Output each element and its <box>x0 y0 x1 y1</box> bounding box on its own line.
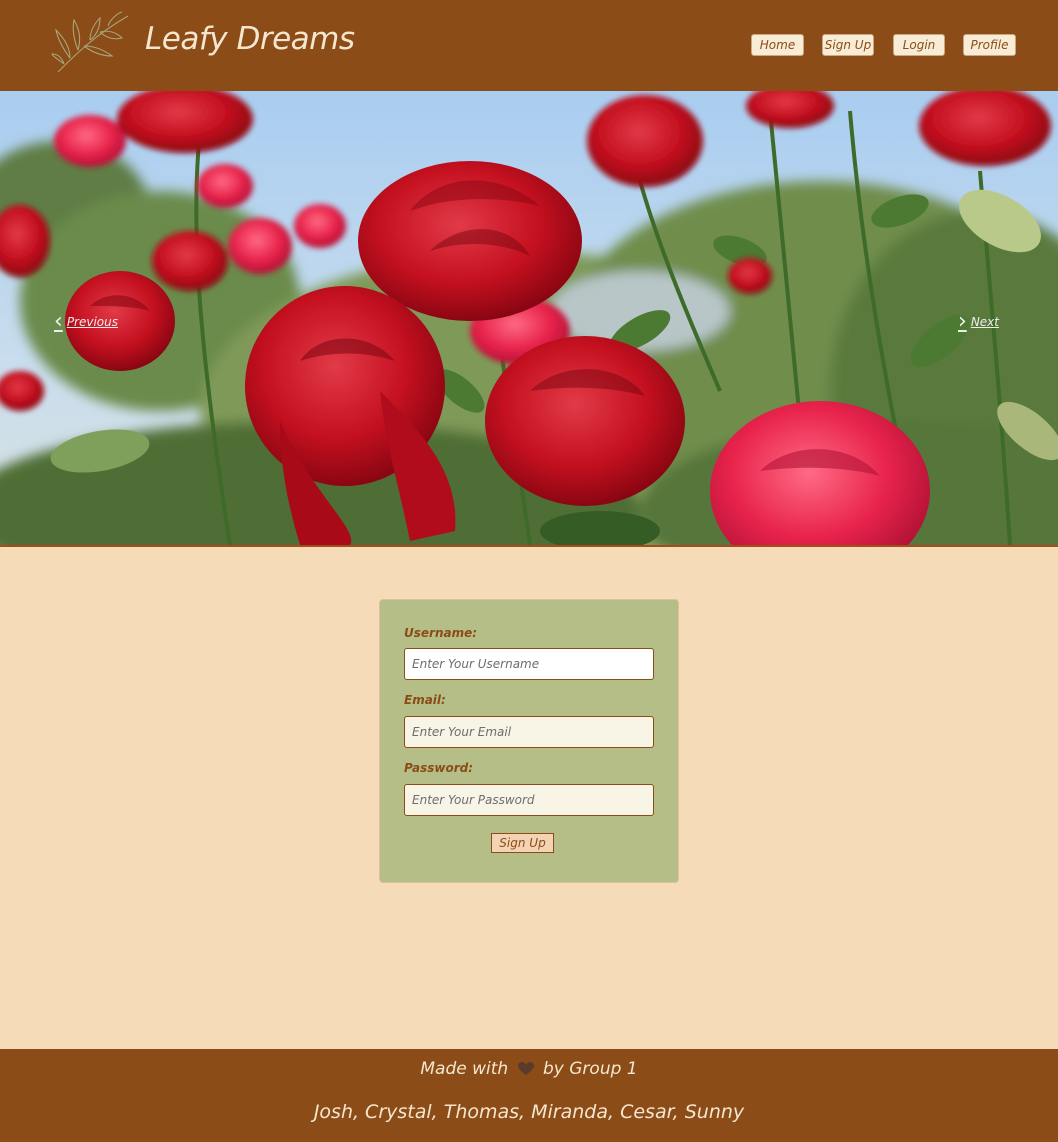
nav-home-button[interactable]: Home <box>751 34 804 56</box>
username-label: Username: <box>404 626 478 640</box>
email-input[interactable] <box>404 716 654 748</box>
nav-profile-button[interactable]: Profile <box>963 34 1016 56</box>
heart-icon <box>517 1062 534 1075</box>
carousel-previous-button[interactable]: ‹ Previous <box>50 309 118 334</box>
footer-made-with-text: Made with <box>420 1059 509 1079</box>
site-header: Leafy Dreams Home Sign Up Login Profile <box>0 0 1058 91</box>
chevron-left-icon: ‹ <box>54 309 63 334</box>
carousel-next-label: Next <box>970 314 999 329</box>
carousel-next-button[interactable]: › Next <box>954 309 999 334</box>
email-label: Email: <box>404 693 446 707</box>
chevron-right-icon: › <box>958 309 967 334</box>
footer-group-text: by Group 1 <box>543 1059 638 1079</box>
username-input[interactable] <box>404 648 654 680</box>
footer-credit: Made with by Group 1 <box>0 1059 1058 1079</box>
rose-garden-image <box>0 91 1058 545</box>
password-input[interactable] <box>404 784 654 816</box>
carousel-previous-label: Previous <box>66 314 118 329</box>
signup-form-card: Username: Email: Password: Sign Up <box>379 599 679 883</box>
nav-login-button[interactable]: Login <box>893 34 945 56</box>
site-footer: Made with by Group 1 Josh, Crystal, Thom… <box>0 1049 1058 1142</box>
signup-submit-button[interactable]: Sign Up <box>491 833 554 853</box>
hero-carousel: ‹ Previous › Next <box>0 91 1058 547</box>
nav-signup-button[interactable]: Sign Up <box>822 34 874 56</box>
main-nav: Home Sign Up Login Profile <box>0 34 1058 58</box>
password-label: Password: <box>404 761 474 775</box>
footer-members: Josh, Crystal, Thomas, Miranda, Cesar, S… <box>313 1101 745 1123</box>
